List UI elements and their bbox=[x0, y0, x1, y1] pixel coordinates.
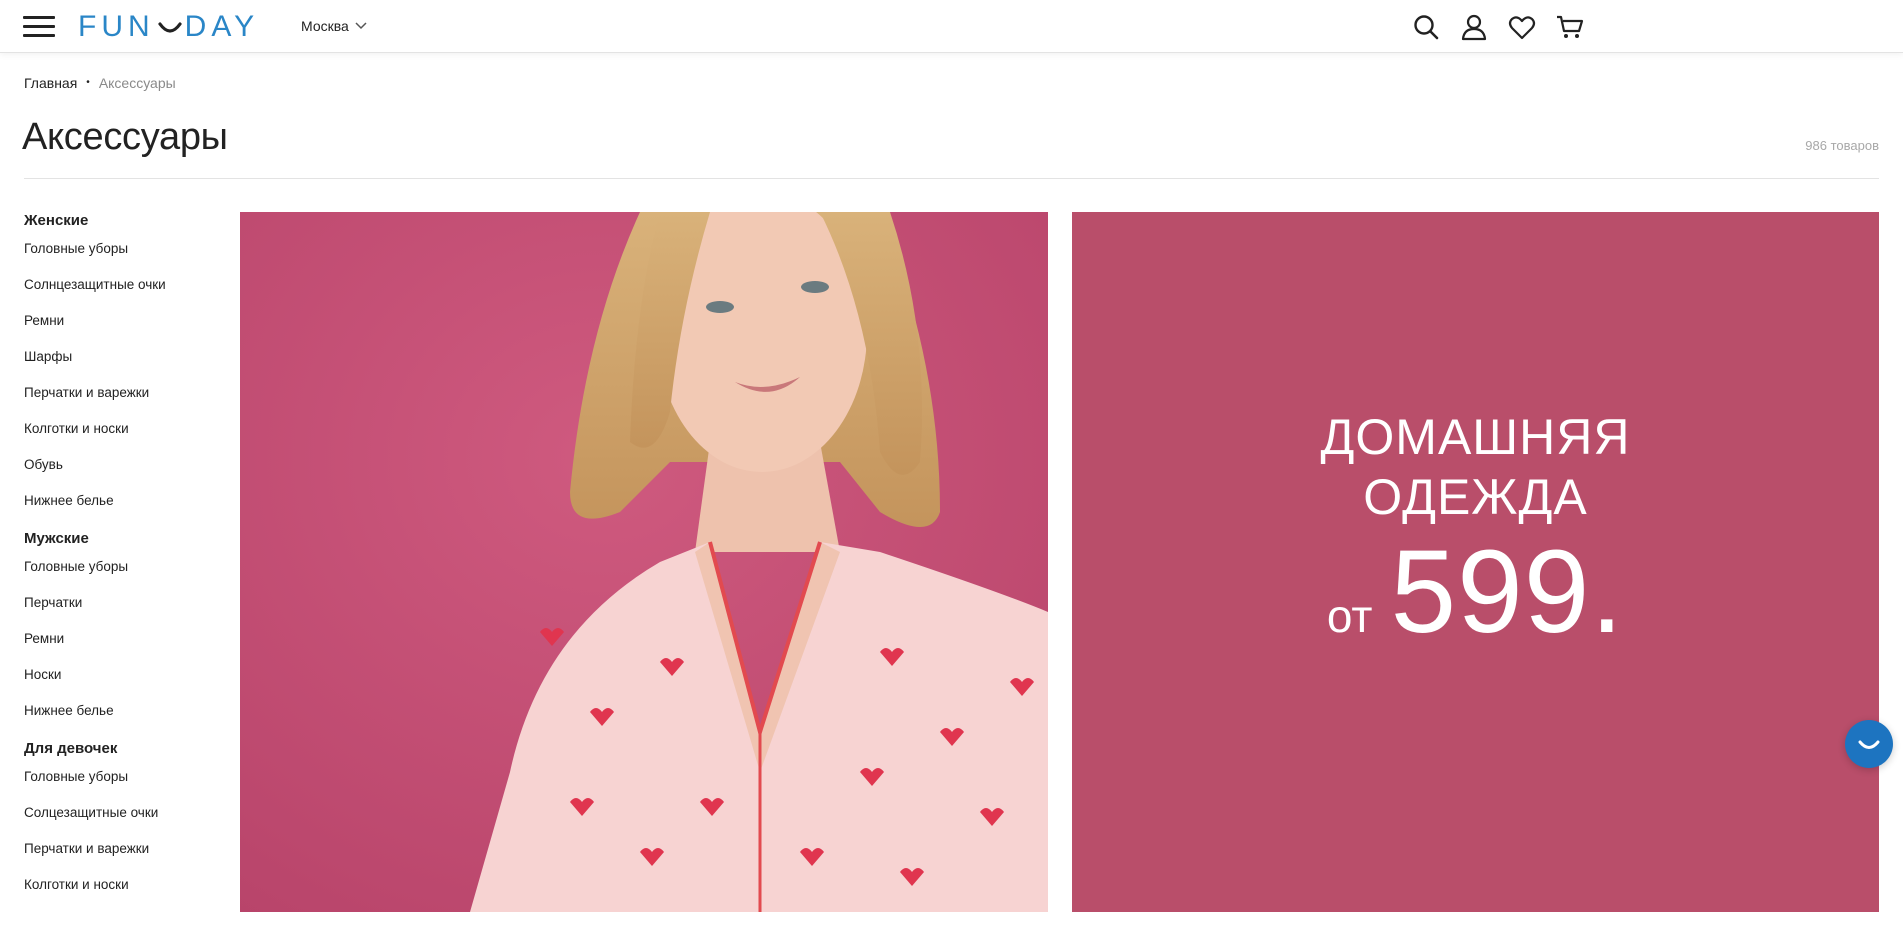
cart-icon[interactable] bbox=[1555, 12, 1585, 42]
breadcrumb: Главная • Аксессуары bbox=[24, 74, 176, 92]
sidebar-item[interactable]: Обувь bbox=[24, 456, 224, 492]
sidebar-heading[interactable]: Мужские bbox=[24, 528, 224, 550]
promo-price-value: 599. bbox=[1390, 526, 1625, 658]
breadcrumb-current: Аксессуары bbox=[98, 75, 176, 91]
heart-icon[interactable] bbox=[1507, 12, 1537, 42]
sidebar-item[interactable]: Носки bbox=[24, 666, 224, 702]
sidebar-item[interactable]: Головные уборы bbox=[24, 768, 224, 804]
logo[interactable]: FUN DAY bbox=[78, 10, 280, 44]
promo-line-1: ДОМАШНЯЯ bbox=[1320, 409, 1631, 465]
logo-text-right: DAY bbox=[184, 10, 260, 43]
sidebar-group-women: Женские Головные уборы Солнцезащитные оч… bbox=[24, 210, 224, 528]
banner-promo[interactable]: ДОМАШНЯЯ ОДЕЖДА от 599. bbox=[1072, 212, 1879, 912]
breadcrumb-separator: • bbox=[86, 77, 90, 88]
sidebar-item[interactable]: Ремни bbox=[24, 312, 224, 348]
category-sidebar: Женские Головные уборы Солнцезащитные оч… bbox=[24, 210, 224, 912]
city-label: Москва bbox=[301, 18, 349, 34]
city-selector[interactable]: Москва bbox=[301, 16, 367, 36]
promo-price: от 599. bbox=[1072, 526, 1879, 658]
sidebar-item[interactable]: Колготки и носки bbox=[24, 876, 224, 912]
logo-text-left: FUN bbox=[78, 10, 155, 43]
sidebar-group-men: Мужские Головные уборы Перчатки Ремни Но… bbox=[24, 528, 224, 738]
banner-model-photo[interactable] bbox=[240, 212, 1048, 912]
sidebar-heading[interactable]: Женские bbox=[24, 210, 224, 232]
title-divider bbox=[24, 178, 1879, 179]
sidebar-item[interactable]: Перчатки bbox=[24, 594, 224, 630]
search-icon[interactable] bbox=[1411, 12, 1441, 42]
menu-icon[interactable] bbox=[23, 16, 55, 38]
sidebar-item[interactable]: Солцезащитные очки bbox=[24, 804, 224, 840]
sidebar-item[interactable]: Перчатки и варежки bbox=[24, 384, 224, 420]
sidebar-heading[interactable]: Для девочек bbox=[24, 738, 224, 760]
chat-icon[interactable] bbox=[1845, 720, 1893, 768]
sidebar-item[interactable]: Колготки и носки bbox=[24, 420, 224, 456]
chevron-down-icon bbox=[355, 22, 367, 30]
sidebar-item[interactable]: Шарфы bbox=[24, 348, 224, 384]
sidebar-item[interactable]: Головные уборы bbox=[24, 240, 224, 276]
product-count: 986 товаров bbox=[1805, 138, 1879, 153]
sidebar-item[interactable]: Солнцезащитные очки bbox=[24, 276, 224, 312]
sidebar-item[interactable]: Нижнее белье bbox=[24, 492, 224, 528]
promo-line-2: ОДЕЖДА bbox=[1363, 469, 1588, 525]
breadcrumb-home-link[interactable]: Главная bbox=[24, 74, 77, 92]
sidebar-item[interactable]: Ремни bbox=[24, 630, 224, 666]
model-illustration bbox=[240, 212, 1048, 912]
logo-smile-icon bbox=[155, 10, 185, 40]
user-icon[interactable] bbox=[1459, 12, 1489, 42]
promo-from: от bbox=[1326, 590, 1373, 642]
sidebar-item[interactable]: Нижнее белье bbox=[24, 702, 224, 738]
sidebar-group-girls: Для девочек Головные уборы Солцезащитные… bbox=[24, 738, 224, 912]
site-header: FUN DAY Москва bbox=[0, 0, 1903, 53]
sidebar-item[interactable]: Головные уборы bbox=[24, 558, 224, 594]
promo-text: ДОМАШНЯЯ ОДЕЖДА от 599. bbox=[1072, 407, 1879, 658]
page-title: Аксессуары bbox=[22, 116, 228, 158]
sidebar-item[interactable]: Перчатки и варежки bbox=[24, 840, 224, 876]
